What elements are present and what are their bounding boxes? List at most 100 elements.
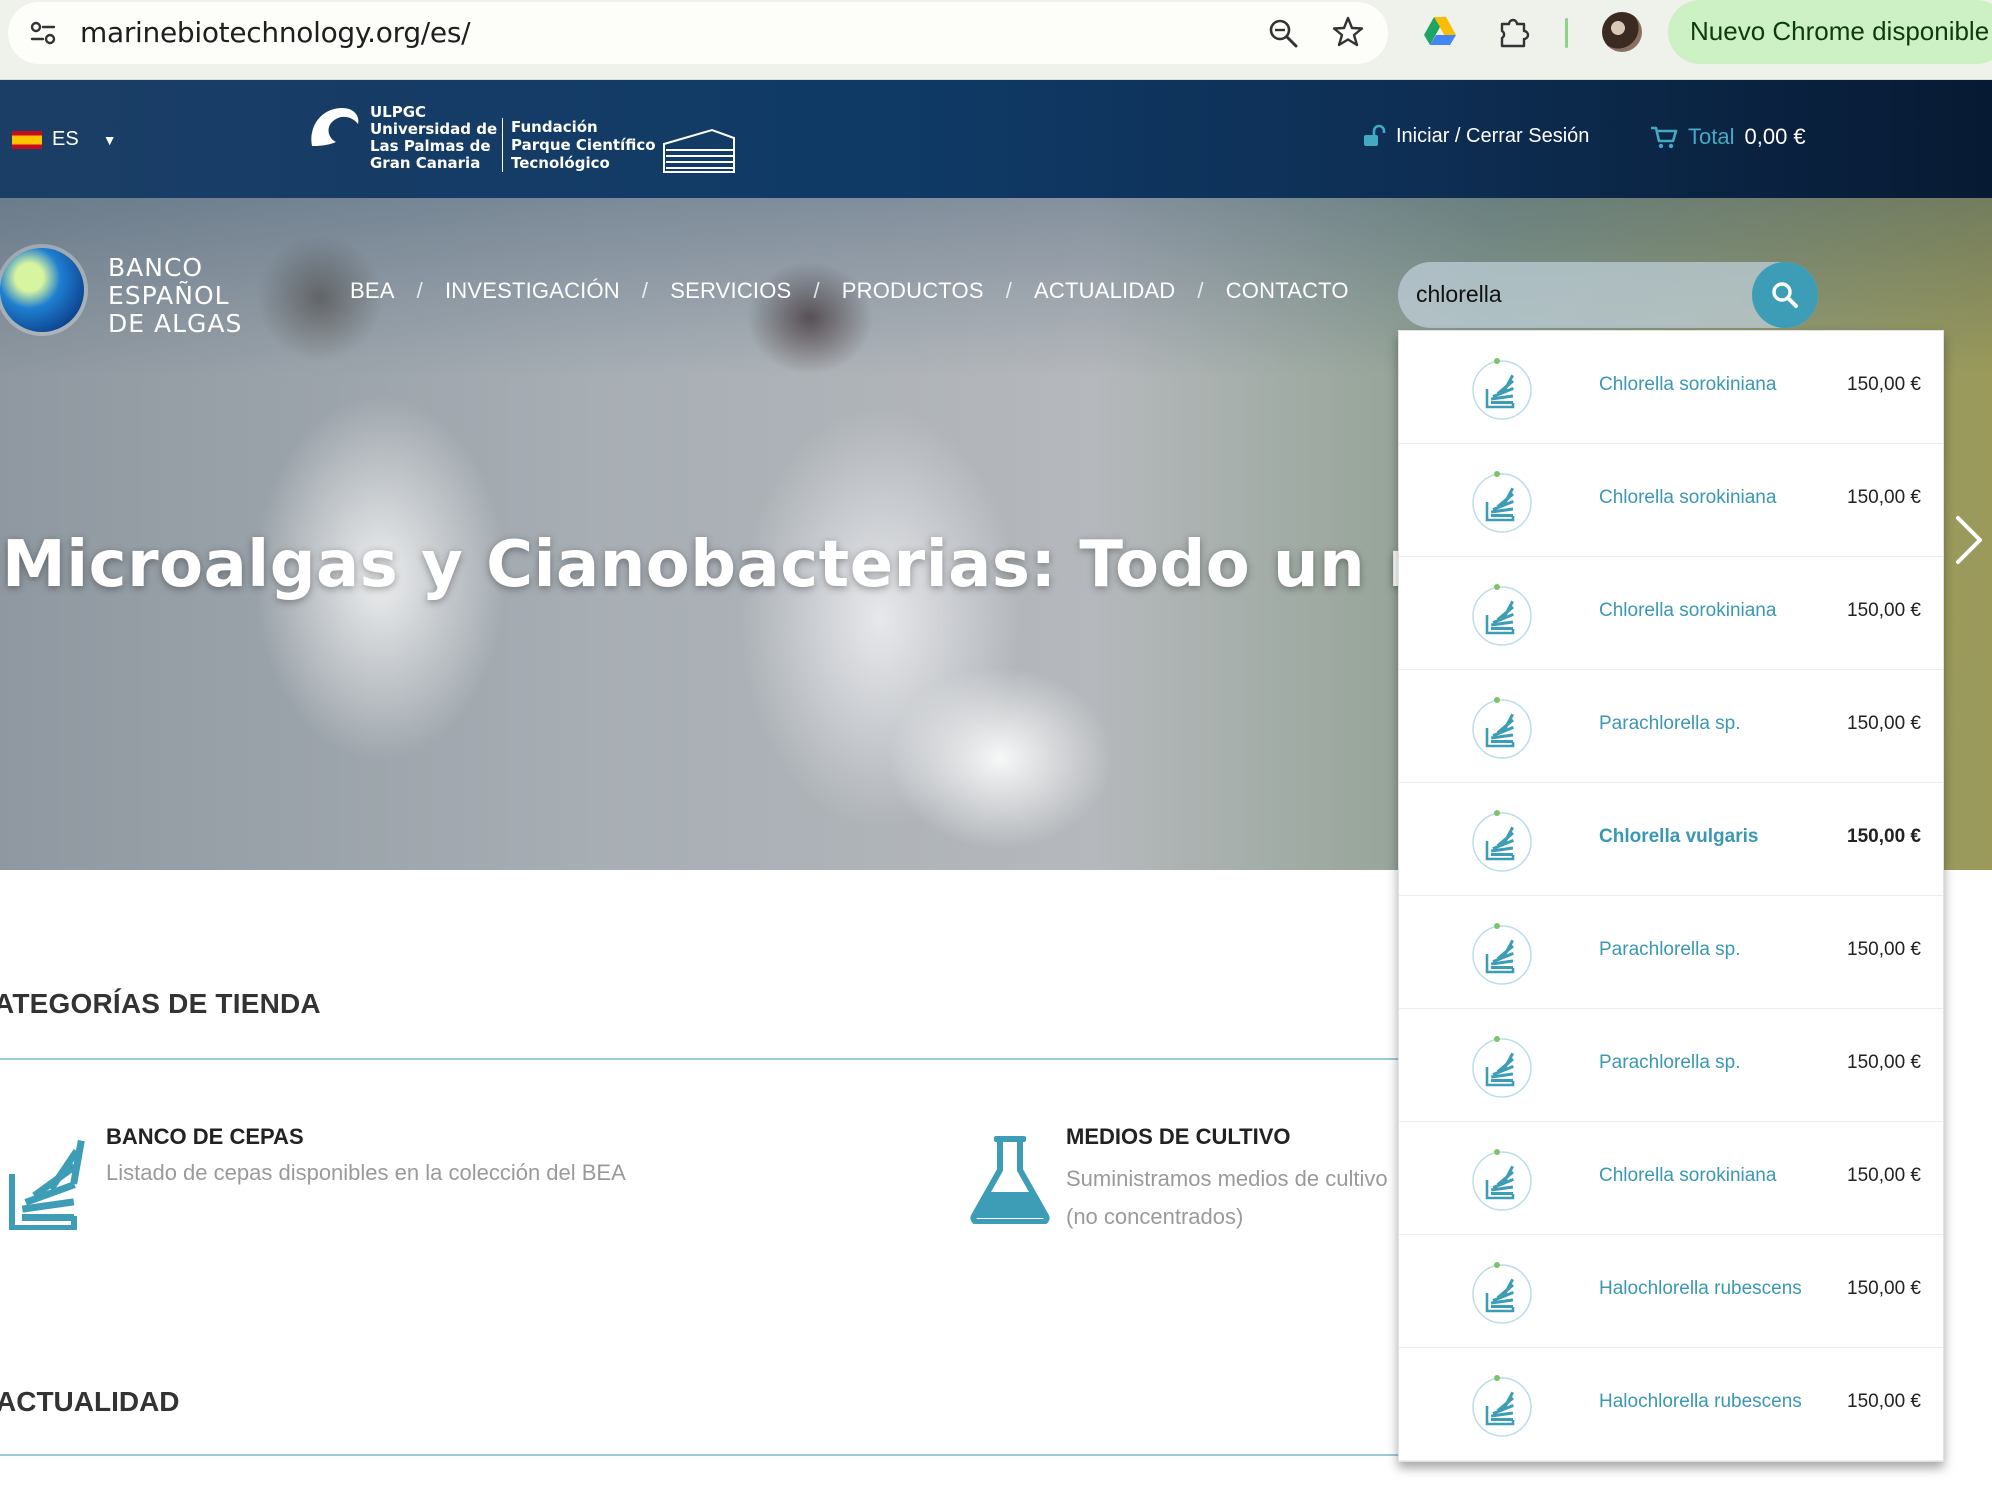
flask-icon[interactable] [968,1134,1052,1224]
news-heading: ACTUALIDAD [0,1386,180,1417]
strain-thumbnail-icon [1469,807,1535,873]
search-button[interactable] [1752,262,1818,328]
nav-item-actualidad[interactable]: ACTUALIDAD [1034,278,1175,304]
suggestion-item[interactable]: Parachlorella sp. 150,00 € [1399,670,1943,783]
suggestion-price: 150,00 € [1847,1052,1921,1073]
suggestion-item[interactable]: Chlorella sorokiniana 150,00 € [1399,444,1943,557]
url-text[interactable]: marinebiotechnology.org/es/ [80,16,471,49]
search-box [1398,262,1818,328]
login-link[interactable]: Iniciar / Cerrar Sesión [1362,124,1589,148]
suggestion-item[interactable]: Chlorella sorokiniana 150,00 € [1399,1122,1943,1235]
suggestion-price: 150,00 € [1847,600,1921,621]
building-icon [663,128,735,173]
category-title[interactable]: MEDIOS DE CULTIVO [1066,1124,1291,1150]
strain-thumbnail-icon [1469,920,1535,986]
suggestion-name[interactable]: Parachlorella sp. [1599,1052,1741,1074]
nav-item-servicios[interactable]: SERVICIOS [670,278,791,304]
suggestion-item[interactable]: Chlorella sorokiniana 150,00 € [1399,557,1943,670]
suggestion-price: 150,00 € [1847,1391,1921,1412]
ulpgc-line: ULPGC [370,103,427,121]
ulpgc-line: Gran Canaria [370,154,481,172]
suggestion-price: 150,00 € [1847,374,1921,395]
ulpgc-fpct-logo[interactable]: ULPGC Universidad de Las Palmas de Gran … [306,98,736,182]
suggestion-item[interactable]: Halochlorella rubescens 150,00 € [1399,1348,1943,1461]
nav-separator: / [1005,278,1013,303]
suggestion-price: 150,00 € [1847,1278,1921,1299]
bea-logo-line: DE ALGAS [108,309,243,338]
nav-item-contacto[interactable]: CONTACTO [1226,278,1349,304]
zoom-icon[interactable] [1266,16,1300,50]
suggestion-price: 150,00 € [1847,713,1921,734]
category-title[interactable]: BANCO DE CEPAS [106,1124,304,1150]
nav-separator: / [1197,278,1204,303]
suggestion-price: 150,00 € [1847,939,1921,960]
section-divider [0,1454,1398,1456]
strain-thumbnail-icon [1469,468,1535,534]
strain-thumbnail-icon [1469,1259,1535,1325]
nav-item-bea[interactable]: BEA [350,278,395,304]
suggestion-name[interactable]: Halochlorella rubescens [1599,1391,1802,1413]
nav-item-investigacion[interactable]: INVESTIGACIÓN [445,278,620,304]
bea-logo-line: ESPAÑOL [108,281,230,310]
suggestion-item[interactable]: Halochlorella rubescens 150,00 € [1399,1235,1943,1348]
ulpgc-line: Las Palmas de [370,137,491,155]
login-label: Iniciar / Cerrar Sesión [1396,124,1590,147]
suggestion-item[interactable]: Chlorella sorokiniana 150,00 € [1399,331,1943,444]
strain-bank-icon[interactable] [8,1130,88,1230]
category-description: Suministramos medios de cultivo (no conc… [1066,1166,1388,1229]
suggestion-name[interactable]: Parachlorella sp. [1599,713,1741,735]
categories-heading: ATEGORÍAS DE TIENDA [0,988,321,1019]
suggestion-price: 150,00 € [1847,826,1921,847]
language-label: ES [52,128,79,150]
ulpgc-mark-icon [311,108,359,146]
strain-thumbnail-icon [1469,581,1535,647]
suggestion-name[interactable]: Parachlorella sp. [1599,939,1741,961]
site-info-icon[interactable] [26,16,60,50]
strain-thumbnail-icon [1469,694,1535,760]
suggestion-name[interactable]: Chlorella sorokiniana [1599,487,1776,509]
star-icon[interactable] [1330,14,1366,50]
caret-down-icon: ▼ [102,131,117,148]
cart-total[interactable]: Total 0,00 € [1650,124,1806,150]
suggestion-name[interactable]: Chlorella vulgaris [1599,826,1758,848]
fpct-line: Tecnológico [511,154,610,172]
search-input[interactable] [1414,280,1734,309]
suggestion-name[interactable]: Chlorella sorokiniana [1599,374,1776,396]
nav-separator: / [813,278,820,303]
category-description: Listado de cepas disponibles en la colec… [106,1160,626,1185]
suggestion-item[interactable]: Parachlorella sp. 150,00 € [1399,896,1943,1009]
cart-label: Total [1688,124,1735,149]
bea-logo[interactable]: BANCO ESPAÑOL DE ALGAS [0,238,280,348]
extension-icon[interactable] [1496,14,1530,48]
suggestion-price: 150,00 € [1847,487,1921,508]
suggestion-price: 150,00 € [1847,1165,1921,1186]
strain-thumbnail-icon [1469,355,1535,421]
fpct-text: Fundación Parque Científico Tecnológico [502,118,656,172]
avatar[interactable] [1602,12,1642,52]
fpct-line: Parque Científico [511,136,656,154]
chevron-right-icon[interactable] [1948,510,1988,570]
search-icon [1772,282,1798,308]
suggestion-item[interactable]: Chlorella vulgaris 150,00 € [1399,783,1943,896]
address-bar[interactable]: marinebiotechnology.org/es/ [8,2,1388,64]
section-divider [0,1058,1398,1060]
hero-title: Microalgas y Cianobacterias: Todo un mun… [2,528,1638,602]
bea-orb-icon [0,248,84,332]
fpct-line: Fundación [511,118,598,136]
suggestion-name[interactable]: Halochlorella rubescens [1599,1278,1802,1300]
suggestion-name[interactable]: Chlorella sorokiniana [1599,1165,1776,1187]
suggestion-item[interactable]: Parachlorella sp. 150,00 € [1399,1009,1943,1122]
strain-thumbnail-icon [1469,1146,1535,1212]
suggestion-name[interactable]: Chlorella sorokiniana [1599,600,1776,622]
nav-item-productos[interactable]: PRODUCTOS [842,278,984,304]
flag-es-icon [12,130,42,149]
ulpgc-line: Universidad de [370,120,498,138]
chrome-update-chip[interactable]: Nuevo Chrome disponible [1668,0,1992,64]
ulpgc-text: ULPGC Universidad de Las Palmas de Gran … [370,104,497,172]
drive-icon[interactable] [1422,14,1458,48]
unlock-icon [1364,124,1386,146]
main-navigation: BEA / INVESTIGACIÓN / SERVICIOS / PRODUC… [350,278,1349,304]
nav-separator: / [641,278,649,303]
search-suggestions: Chlorella sorokiniana 150,00 € Chlorella s… [1398,330,1944,1462]
language-selector[interactable]: ES ▼ [12,128,117,151]
